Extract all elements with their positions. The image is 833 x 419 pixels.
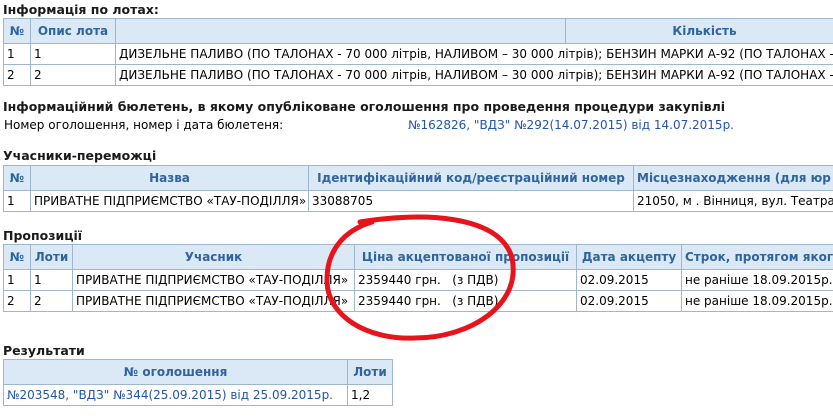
col-number: № xyxy=(3,165,31,191)
cell-number: 2 xyxy=(3,290,31,312)
bulletin-label: Номер оголошення, номер і дата бюлетеня: xyxy=(4,118,284,132)
cell-accept-date: 02.09.2015 xyxy=(576,269,682,291)
cell-price: 2359440 грн. (з ПДВ) xyxy=(354,269,577,291)
table-header-row: № Опис лота Кількість xyxy=(3,18,833,44)
cell-description: ДИЗЕЛЬНЕ ПАЛИВО (ПО ТАЛОНАХ - 70 000 літ… xyxy=(115,43,833,65)
cell-lot: 2 xyxy=(30,64,116,86)
col-accept-date: Дата акцепту xyxy=(576,244,682,270)
col-name: Назва xyxy=(30,165,309,191)
col-lots: Лоти xyxy=(347,359,393,385)
table-row: 1 1 ДИЗЕЛЬНЕ ПАЛИВО (ПО ТАЛОНАХ - 70 000… xyxy=(3,43,833,65)
col-lots: Лоти xyxy=(30,244,73,270)
cell-location: 21050, м . Вінниця, вул. Театра xyxy=(633,190,833,212)
cell-lots: 2 xyxy=(30,290,73,312)
cell-number: 2 xyxy=(3,64,31,86)
col-spacer xyxy=(115,18,566,44)
cell-id-code: 33088705 xyxy=(308,190,634,212)
cell-description: ДИЗЕЛЬНЕ ПАЛИВО (ПО ТАЛОНАХ - 70 000 літ… xyxy=(115,64,833,86)
proposals-table: № Лоти Учасник Ціна акцептованої пропози… xyxy=(3,244,833,312)
results-table: № оголошення Лоти №203548, "ВДЗ" №344(25… xyxy=(3,359,393,406)
col-lot-description: Опис лота xyxy=(30,18,116,44)
cell-participant: ПРИВАТНЕ ПІДПРИЄМСТВО «ТАУ-ПОДІЛЛЯ» xyxy=(72,269,355,291)
cell-accept-date: 02.09.2015 xyxy=(576,290,682,312)
col-id-code: Ідентифікаційний код/реєстраційний номер xyxy=(308,165,634,191)
table-header-row: № Лоти Учасник Ціна акцептованої пропози… xyxy=(3,244,833,270)
table-row: №203548, "ВДЗ" №344(25.09.2015) від 25.0… xyxy=(3,384,393,406)
col-accepted-price: Ціна акцептованої пропозиції xyxy=(354,244,577,270)
col-participant: Учасник xyxy=(72,244,355,270)
table-header-row: № Назва Ідентифікаційний код/реєстраційн… xyxy=(3,165,833,191)
table-row: 1 ПРИВАТНЕ ПІДПРИЄМСТВО «ТАУ-ПОДІЛЛЯ» 33… xyxy=(3,190,833,212)
cell-lots: 1,2 xyxy=(347,384,393,406)
lots-table: № Опис лота Кількість 1 1 ДИЗЕЛЬНЕ ПАЛИВ… xyxy=(3,18,833,86)
cell-name: ПРИВАТНЕ ПІДПРИЄМСТВО «ТАУ-ПОДІЛЛЯ» xyxy=(30,190,309,212)
cell-price: 2359440 грн. (з ПДВ) xyxy=(354,290,577,312)
cell-term: не раніше 18.09.2015р. xyxy=(681,290,833,312)
table-header-row: № оголошення Лоти xyxy=(3,359,393,385)
cell-number: 1 xyxy=(3,190,31,212)
bulletin-section-title: Інформаційний бюлетень, в якому опубліко… xyxy=(3,99,726,114)
cell-term: не раніше 18.09.2015р. xyxy=(681,269,833,291)
results-section-title: Результати xyxy=(3,343,85,358)
results-link[interactable]: №203548, "ВДЗ" №344(25.09.2015) від 25.0… xyxy=(7,388,333,402)
cell-participant: ПРИВАТНЕ ПІДПРИЄМСТВО «ТАУ-ПОДІЛЛЯ» xyxy=(72,290,355,312)
winners-table: № Назва Ідентифікаційний код/реєстраційн… xyxy=(3,165,833,212)
winners-section-title: Учасники-переможці xyxy=(3,148,157,163)
col-number: № xyxy=(3,244,31,270)
bulletin-link[interactable]: №162826, "ВДЗ" №292(14.07.2015) від 14.0… xyxy=(408,118,734,132)
col-announcement-number: № оголошення xyxy=(3,359,348,385)
table-row: 2 2 ДИЗЕЛЬНЕ ПАЛИВО (ПО ТАЛОНАХ - 70 000… xyxy=(3,64,833,86)
col-number: № xyxy=(3,18,31,44)
proposals-section-title: Пропозиції xyxy=(3,228,83,243)
table-row: 2 2 ПРИВАТНЕ ПІДПРИЄМСТВО «ТАУ-ПОДІЛЛЯ» … xyxy=(3,290,833,312)
table-row: 1 1 ПРИВАТНЕ ПІДПРИЄМСТВО «ТАУ-ПОДІЛЛЯ» … xyxy=(3,269,833,291)
cell-number: 1 xyxy=(3,269,31,291)
col-quantity: Кількість xyxy=(565,18,833,44)
cell-lot: 1 xyxy=(30,43,116,65)
cell-number: 1 xyxy=(3,43,31,65)
lots-section-title: Інформація по лотах: xyxy=(3,2,159,17)
cell-lots: 1 xyxy=(30,269,73,291)
col-location: Місцезнаходження (для юр xyxy=(633,165,833,191)
col-term: Строк, протягом якого xyxy=(681,244,833,270)
cell-announcement[interactable]: №203548, "ВДЗ" №344(25.09.2015) від 25.0… xyxy=(3,384,348,406)
